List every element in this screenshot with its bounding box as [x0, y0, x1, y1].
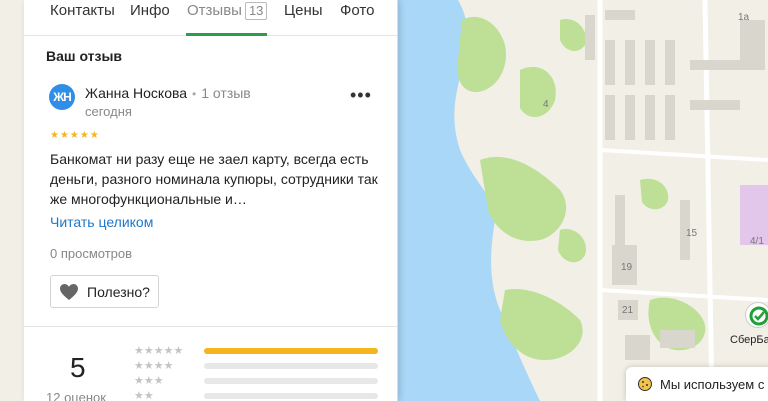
rating-bar-row: ★★★: [134, 375, 394, 387]
author-name[interactable]: Жанна Носкова: [85, 85, 187, 101]
tabs-bar: Контакты Инфо Отзывы 13 Цены Фото: [24, 0, 397, 36]
rating-bar-fill: [204, 348, 378, 354]
author-reviews-count: 1 отзыв: [201, 85, 251, 101]
tab-info[interactable]: Инфо: [130, 2, 170, 19]
sberbank-poi-label[interactable]: СберБа: [730, 334, 768, 346]
rating-bar-track: [204, 348, 378, 354]
rating-bar-track: [204, 393, 378, 399]
active-tab-indicator: [186, 33, 267, 36]
cookie-banner[interactable]: Мы используем с: [626, 367, 768, 401]
read-more-link[interactable]: Читать целиком: [50, 214, 153, 230]
tab-contacts[interactable]: Контакты: [50, 2, 115, 19]
review-views: 0 просмотров: [50, 246, 133, 261]
more-options-icon[interactable]: •••: [350, 86, 372, 104]
cookie-banner-text: Мы используем с: [660, 376, 765, 392]
tab-photos[interactable]: Фото: [340, 2, 374, 19]
map-building-label: 19: [621, 262, 633, 273]
rating-bar-row: ★★★★: [134, 360, 394, 372]
ratings-count: 12 оценок: [46, 390, 106, 401]
tab-prices[interactable]: Цены: [284, 2, 323, 19]
map-building-label: 1а: [738, 12, 750, 23]
rating-bar-row: ★★★★★: [134, 345, 394, 357]
sberbank-poi-icon[interactable]: [745, 302, 768, 328]
review-stars: ★★★★★: [50, 130, 100, 141]
review-date: сегодня: [85, 104, 132, 119]
rating-bar-stars: ★★: [134, 390, 154, 401]
map-building-label: 21: [622, 305, 634, 316]
avatar[interactable]: ЖН: [49, 84, 75, 110]
cookie-icon: [638, 377, 652, 391]
reviews-count-badge: 13: [244, 2, 268, 20]
useful-button-label: Полезно?: [87, 283, 150, 300]
rating-bar-stars: ★★★★★: [134, 345, 184, 357]
overall-rating: 5: [70, 352, 86, 383]
review-text: Банкомат ни разу еще не заел карту, всег…: [50, 151, 378, 207]
map-building-label: 4: [543, 99, 549, 110]
section-title: Ваш отзыв: [46, 48, 123, 64]
heart-icon: [60, 283, 78, 300]
rating-bar-row: ★★: [134, 390, 394, 401]
map-building-label: 4/1: [750, 236, 764, 247]
rating-bar-stars: ★★★: [134, 375, 164, 387]
useful-button[interactable]: Полезно?: [50, 275, 159, 308]
rating-bar-track: [204, 363, 378, 369]
map-building-label: 15: [686, 228, 698, 239]
review-author: Жанна Носкова • 1 отзыв: [85, 85, 251, 101]
tab-reviews[interactable]: Отзывы 13: [187, 2, 268, 20]
org-card-panel: Контакты Инфо Отзывы 13 Цены Фото Ваш отз…: [24, 0, 398, 401]
rating-bar-track: [204, 378, 378, 384]
divider: [24, 326, 397, 327]
rating-bar-stars: ★★★★: [134, 360, 174, 372]
